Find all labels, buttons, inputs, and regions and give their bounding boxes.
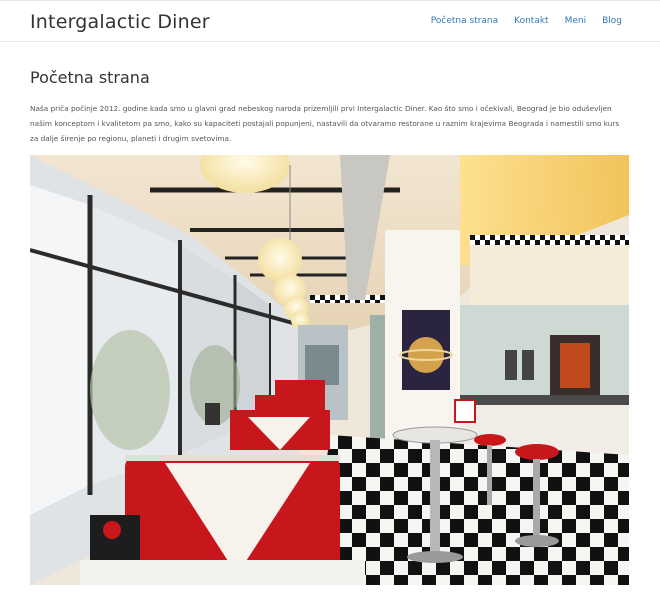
nav-link-blog[interactable]: Blog (602, 16, 622, 26)
nav-link-meni[interactable]: Meni (565, 16, 587, 26)
page-title: Početna strana (30, 68, 150, 87)
nav-link-kontakt[interactable]: Kontakt (514, 16, 548, 26)
brand-link[interactable]: Intergalactic Diner (30, 11, 210, 33)
diner-interior-photo (30, 155, 629, 585)
top-navbar: Intergalactic Diner Početna strana Konta… (0, 0, 660, 42)
main-nav: Početna strana Kontakt Meni Blog (415, 16, 622, 26)
footer-area (0, 606, 660, 616)
nav-link-pocetna[interactable]: Početna strana (431, 16, 498, 26)
intro-paragraph: Naša priča počinje 2012. godine kada smo… (30, 104, 620, 143)
main-content: Početna strana Naša priča počinje 2012. … (30, 68, 630, 146)
